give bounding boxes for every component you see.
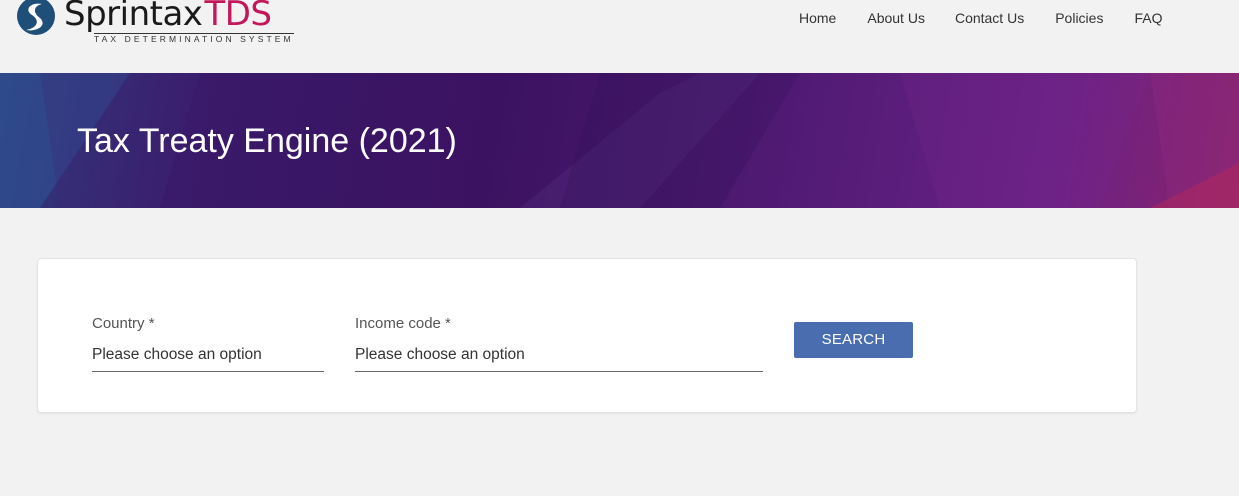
main-nav: Home About Us Contact Us Policies FAQ [799, 10, 1162, 26]
logo-tagline: TAX DETERMINATION SYSTEM [94, 33, 294, 44]
search-button[interactable]: SEARCH [794, 322, 913, 358]
sprintax-logo-icon [17, 0, 55, 35]
logo-word-tds: TDS [204, 0, 272, 34]
logo-word-sprintax: Sprintax [64, 0, 203, 34]
nav-about-us-link[interactable]: About Us [867, 10, 925, 26]
nav-contact-us-link[interactable]: Contact Us [955, 10, 1024, 26]
nav-faq-link[interactable]: FAQ [1134, 10, 1162, 26]
country-label: Country * [92, 315, 155, 332]
country-select[interactable]: Please choose an option [92, 346, 262, 364]
nav-home-link[interactable]: Home [799, 10, 836, 26]
income-code-underline [355, 371, 763, 372]
nav-policies-link[interactable]: Policies [1055, 10, 1103, 26]
sprintax-tds-logo[interactable]: SprintaxTDS TAX DETERMINATION SYSTEM [16, 0, 296, 46]
site-header: SprintaxTDS TAX DETERMINATION SYSTEM Hom… [0, 0, 1239, 73]
income-code-field[interactable]: Income code * Please choose an option [355, 315, 763, 375]
country-underline [92, 371, 324, 372]
page-title: Tax Treaty Engine (2021) [77, 122, 457, 160]
income-code-select[interactable]: Please choose an option [355, 346, 525, 364]
income-code-label: Income code * [355, 315, 451, 332]
logo-wordmark: SprintaxTDS [64, 0, 272, 34]
hero-banner: Tax Treaty Engine (2021) [0, 73, 1239, 208]
search-form-card: Country * Please choose an option Income… [37, 258, 1137, 413]
country-field[interactable]: Country * Please choose an option [92, 315, 324, 375]
